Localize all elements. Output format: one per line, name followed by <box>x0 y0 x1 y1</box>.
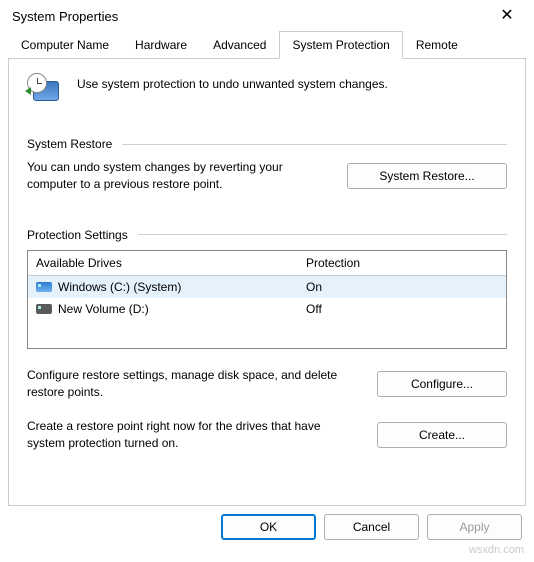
column-protection[interactable]: Protection <box>298 251 506 275</box>
drives-table-body: Windows (C:) (System) On New Volume (D:)… <box>28 276 506 348</box>
drives-table: Available Drives Protection Windows (C:)… <box>27 250 507 349</box>
system-restore-heading-label: System Restore <box>27 137 112 151</box>
system-restore-row: You can undo system changes by reverting… <box>27 159 507 194</box>
system-restore-icon <box>27 73 63 109</box>
create-description: Create a restore point right now for the… <box>27 418 359 453</box>
drive-protection-status: Off <box>298 298 506 320</box>
system-restore-button[interactable]: System Restore... <box>347 163 507 189</box>
divider <box>138 234 507 235</box>
drives-table-header: Available Drives Protection <box>28 251 506 276</box>
configure-description: Configure restore settings, manage disk … <box>27 367 359 402</box>
drive-protection-status: On <box>298 276 506 298</box>
intro-row: Use system protection to undo unwanted s… <box>27 73 507 109</box>
titlebar: System Properties ✕ <box>0 0 534 30</box>
tab-system-protection[interactable]: System Protection <box>279 31 402 59</box>
drive-name: New Volume (D:) <box>58 302 149 316</box>
cancel-button[interactable]: Cancel <box>324 514 419 540</box>
protection-settings-heading: Protection Settings <box>27 228 507 242</box>
tab-hardware[interactable]: Hardware <box>122 31 200 59</box>
dialog-button-row: OK Cancel Apply <box>0 506 534 540</box>
divider <box>122 144 507 145</box>
create-button[interactable]: Create... <box>377 422 507 448</box>
drive-name: Windows (C:) (System) <box>58 280 181 294</box>
tab-remote[interactable]: Remote <box>403 31 471 59</box>
tab-advanced[interactable]: Advanced <box>200 31 279 59</box>
close-icon[interactable]: ✕ <box>492 8 522 24</box>
intro-text: Use system protection to undo unwanted s… <box>77 73 388 91</box>
create-row: Create a restore point right now for the… <box>27 418 507 453</box>
system-restore-heading: System Restore <box>27 137 507 151</box>
window-title: System Properties <box>12 9 118 24</box>
tab-strip: Computer Name Hardware Advanced System P… <box>0 30 534 58</box>
drive-icon <box>36 304 52 314</box>
tab-computer-name[interactable]: Computer Name <box>8 31 122 59</box>
ok-button[interactable]: OK <box>221 514 316 540</box>
column-available-drives[interactable]: Available Drives <box>28 251 298 275</box>
drive-icon <box>36 282 52 292</box>
table-row[interactable]: New Volume (D:) Off <box>28 298 506 320</box>
table-row[interactable]: Windows (C:) (System) On <box>28 276 506 298</box>
configure-button[interactable]: Configure... <box>377 371 507 397</box>
tab-content: Use system protection to undo unwanted s… <box>8 58 526 506</box>
configure-row: Configure restore settings, manage disk … <box>27 367 507 402</box>
protection-settings-heading-label: Protection Settings <box>27 228 128 242</box>
apply-button[interactable]: Apply <box>427 514 522 540</box>
watermark: wsxdn.com <box>469 544 524 556</box>
system-restore-description: You can undo system changes by reverting… <box>27 159 329 194</box>
